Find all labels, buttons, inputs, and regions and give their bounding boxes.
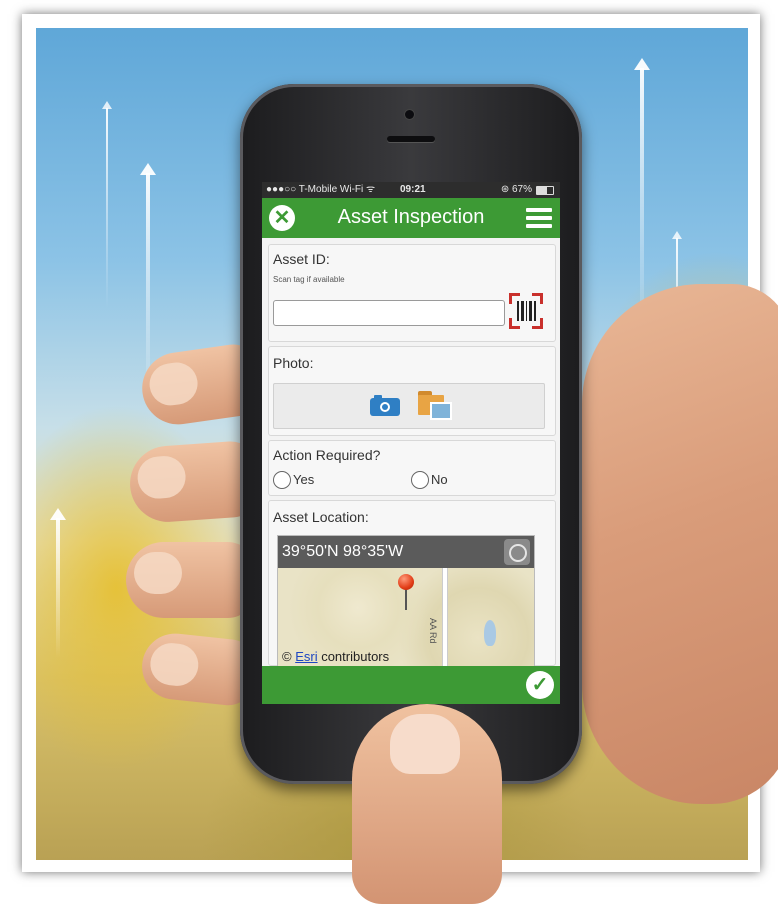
photo-picker	[273, 383, 545, 429]
app-footer: ✓	[262, 666, 560, 704]
app-header: ✕ Asset Inspection	[262, 198, 560, 238]
action-required-section: Action Required? Yes No	[268, 440, 556, 496]
road-label: AA Rd	[428, 618, 438, 644]
image-folder-icon[interactable]	[418, 388, 452, 420]
locate-icon[interactable]	[504, 539, 530, 565]
map-attribution: © Esri contributors	[282, 649, 390, 664]
coordinates-readout: 39°50'N 98°35'W	[282, 543, 404, 560]
map-pin-stem	[405, 588, 407, 610]
carrier-label: ●●●○○ T-Mobile Wi-Fi ᯤ	[266, 184, 376, 195]
close-button[interactable]: ✕	[269, 205, 295, 231]
front-camera	[405, 110, 414, 119]
battery-label: ⊛ 67%	[500, 184, 532, 195]
coordinate-bar: 39°50'N 98°35'W	[278, 536, 534, 568]
radio-yes[interactable]	[273, 471, 291, 489]
esri-link[interactable]: Esri	[295, 649, 317, 664]
asset-id-input[interactable]	[273, 300, 505, 326]
photo-section: Photo:	[268, 346, 556, 436]
smartphone: ●●●○○ T-Mobile Wi-Fi ᯤ 09:21 ⊛ 67% ✕ Ass…	[240, 84, 582, 784]
lake	[484, 620, 496, 646]
map-pin-icon[interactable]	[398, 574, 414, 590]
page-title: Asset Inspection	[337, 206, 485, 228]
battery-icon	[536, 186, 554, 195]
ring-finger	[126, 542, 256, 618]
phone-screen: ●●●○○ T-Mobile Wi-Fi ᯤ 09:21 ⊛ 67% ✕ Ass…	[262, 182, 560, 704]
status-bar: ●●●○○ T-Mobile Wi-Fi ᯤ 09:21 ⊛ 67%	[262, 182, 560, 198]
asset-location-label: Asset Location:	[273, 509, 369, 525]
asset-id-section: Asset ID: Scan tag if available	[268, 244, 556, 342]
radio-no[interactable]	[411, 471, 429, 489]
location-map[interactable]: 39°50'N 98°35'W AA Rd © Esri contributor…	[277, 535, 535, 669]
asset-id-label: Asset ID:	[273, 251, 330, 267]
photo-label: Photo:	[273, 355, 314, 371]
asset-location-section: Asset Location: 39°50'N 98°35'W AA Rd © …	[268, 500, 556, 669]
asset-id-hint: Scan tag if available	[273, 275, 345, 284]
radio-yes-label[interactable]: Yes	[293, 472, 314, 487]
action-required-label: Action Required?	[273, 447, 381, 463]
up-arrow-decoration	[50, 508, 66, 658]
up-arrow-decoration	[634, 58, 650, 338]
submit-button[interactable]: ✓	[526, 671, 554, 699]
road	[442, 568, 448, 668]
hand-palm	[582, 284, 778, 804]
up-arrow-decoration	[102, 101, 112, 308]
barcode-scan-icon[interactable]	[509, 293, 543, 329]
map-tiles[interactable]: AA Rd © Esri contributors	[278, 568, 534, 668]
clock: 09:21	[400, 184, 426, 195]
photo-frame: ●●●○○ T-Mobile Wi-Fi ᯤ 09:21 ⊛ 67% ✕ Ass…	[22, 14, 778, 904]
menu-icon[interactable]	[526, 208, 552, 228]
thumb	[352, 704, 502, 904]
earpiece-speaker	[387, 136, 435, 142]
camera-icon[interactable]	[370, 394, 400, 416]
radio-no-label[interactable]: No	[431, 472, 448, 487]
